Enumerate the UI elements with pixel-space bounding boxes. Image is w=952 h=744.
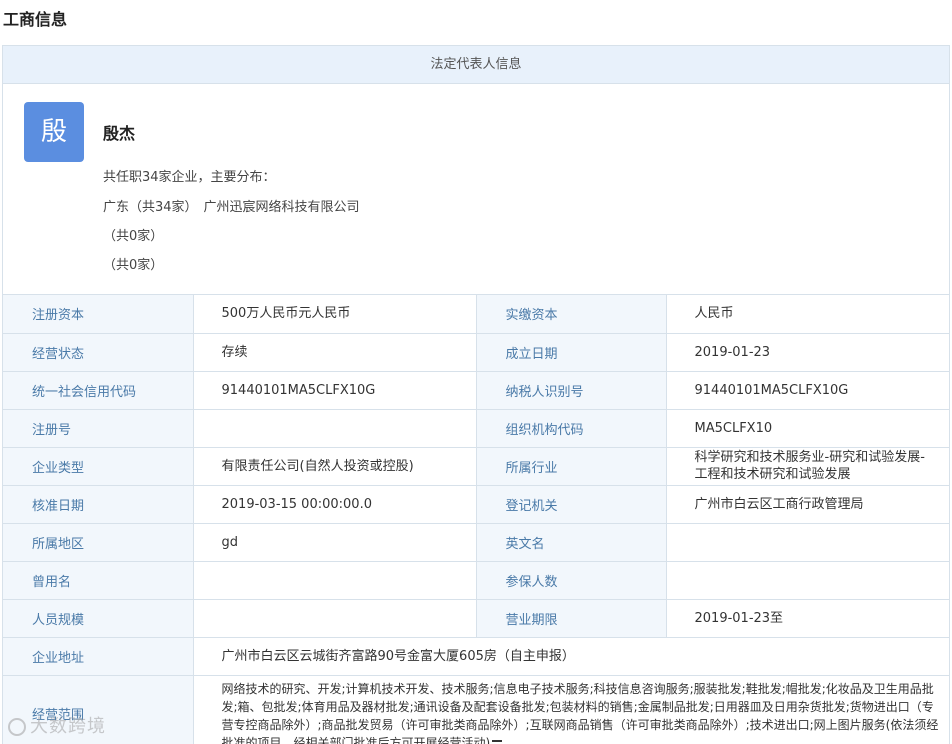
- field-value: 人民币: [666, 295, 949, 334]
- field-value: 广州市白云区工商行政管理局: [666, 485, 949, 524]
- field-label: 注册号: [3, 409, 194, 448]
- table-row: 曾用名 参保人数: [3, 561, 949, 600]
- table-row: 所属地区 gd 英文名: [3, 523, 949, 562]
- watermark-logo-icon: [8, 718, 26, 736]
- avatar: 殷: [24, 102, 84, 162]
- field-label: 纳税人识别号: [476, 371, 667, 410]
- address-label: 企业地址: [3, 637, 194, 676]
- field-value: 有限责任公司(自然人投资或控股): [193, 447, 477, 486]
- scope-text: 网络技术的研究、开发;计算机技术开发、技术服务;信息电子技术服务;科技信息咨询服…: [221, 681, 939, 744]
- field-value: 2019-01-23至: [666, 599, 949, 638]
- table-row: 注册号 组织机构代码 MA5CLFX10: [3, 409, 949, 448]
- field-label: 核准日期: [3, 485, 194, 524]
- field-label: 注册资本: [3, 295, 194, 334]
- field-value: [193, 561, 477, 600]
- field-label: 实缴资本: [476, 295, 667, 334]
- distribution-region: 广东（共34家）: [103, 200, 198, 215]
- distribution-region: （共0家）: [103, 229, 164, 244]
- distribution-item: （共0家）: [103, 254, 163, 273]
- table-row: 统一社会信用代码 91440101MA5CLFX10G 纳税人识别号 91440…: [3, 371, 949, 410]
- field-value: 91440101MA5CLFX10G: [666, 371, 949, 410]
- field-value: [193, 599, 477, 638]
- business-info-panel: 法定代表人信息 殷 殷杰 共任职34家企业，主要分布： 广东（共34家） 广州迅宸…: [2, 45, 950, 744]
- business-info-table: 注册资本 500万人民币元人民币 实缴资本 人民币 经营状态 存续 成立日期 2…: [3, 295, 949, 744]
- address-value: 广州市白云区云城街齐富路90号金富大厦605房（自主申报）: [193, 637, 949, 676]
- field-value: [193, 409, 477, 448]
- field-value: 2019-01-23: [666, 333, 949, 372]
- watermark-text: 大数跨境: [30, 716, 106, 737]
- field-label: 曾用名: [3, 561, 194, 600]
- field-label: 人员规模: [3, 599, 194, 638]
- field-value: [666, 561, 949, 600]
- field-label: 营业期限: [476, 599, 667, 638]
- distribution-item: 广东（共34家） 广州迅宸网络科技有限公司: [103, 196, 360, 215]
- field-label: 经营状态: [3, 333, 194, 372]
- table-row: 经营范围 网络技术的研究、开发;计算机技术开发、技术服务;信息电子技术服务;科技…: [3, 675, 949, 744]
- field-value: 科学研究和技术服务业-研究和试验发展- 工程和技术研究和试验发展: [666, 447, 949, 486]
- table-row: 经营状态 存续 成立日期 2019-01-23: [3, 333, 949, 372]
- legal-rep-summary: 共任职34家企业，主要分布：: [103, 170, 276, 185]
- field-label: 组织机构代码: [476, 409, 667, 448]
- table-row: 企业类型 有限责任公司(自然人投资或控股) 所属行业 科学研究和技术服务业-研究…: [3, 447, 949, 486]
- field-label: 所属行业: [476, 447, 667, 486]
- scope-value: 网络技术的研究、开发;计算机技术开发、技术服务;信息电子技术服务;科技信息咨询服…: [193, 675, 949, 744]
- field-value: MA5CLFX10: [666, 409, 949, 448]
- field-label: 成立日期: [476, 333, 667, 372]
- table-row: 核准日期 2019-03-15 00:00:00.0 登记机关 广州市白云区工商…: [3, 485, 949, 524]
- legal-rep-card: 殷 殷杰 共任职34家企业，主要分布： 广东（共34家） 广州迅宸网络科技有限公司…: [3, 84, 949, 295]
- legal-rep-section-header: 法定代表人信息: [3, 46, 949, 84]
- distribution-region: （共0家）: [103, 258, 164, 273]
- field-value: gd: [193, 523, 477, 562]
- field-value: 存续: [193, 333, 477, 372]
- table-row: 企业地址 广州市白云区云城街齐富路90号金富大厦605房（自主申报）: [3, 637, 949, 676]
- field-label: 统一社会信用代码: [3, 371, 194, 410]
- field-value: [666, 523, 949, 562]
- field-label: 英文名: [476, 523, 667, 562]
- distribution-item: （共0家）: [103, 225, 163, 244]
- watermark: 大数跨境: [8, 712, 106, 738]
- field-value: 500万人民币元人民币: [193, 295, 477, 334]
- field-label: 所属地区: [3, 523, 194, 562]
- table-row: 注册资本 500万人民币元人民币 实缴资本 人民币: [3, 295, 949, 334]
- field-value: 2019-03-15 00:00:00.0: [193, 485, 477, 524]
- page-title: 工商信息: [3, 10, 68, 29]
- field-label: 登记机关: [476, 485, 667, 524]
- distribution-company-link[interactable]: 广州迅宸网络科技有限公司: [204, 200, 360, 215]
- field-label: 企业类型: [3, 447, 194, 486]
- table-row: 人员规模 营业期限 2019-01-23至: [3, 599, 949, 638]
- legal-rep-name[interactable]: 殷杰: [103, 120, 135, 144]
- collapse-icon[interactable]: [492, 739, 503, 744]
- field-label: 参保人数: [476, 561, 667, 600]
- field-value: 91440101MA5CLFX10G: [193, 371, 477, 410]
